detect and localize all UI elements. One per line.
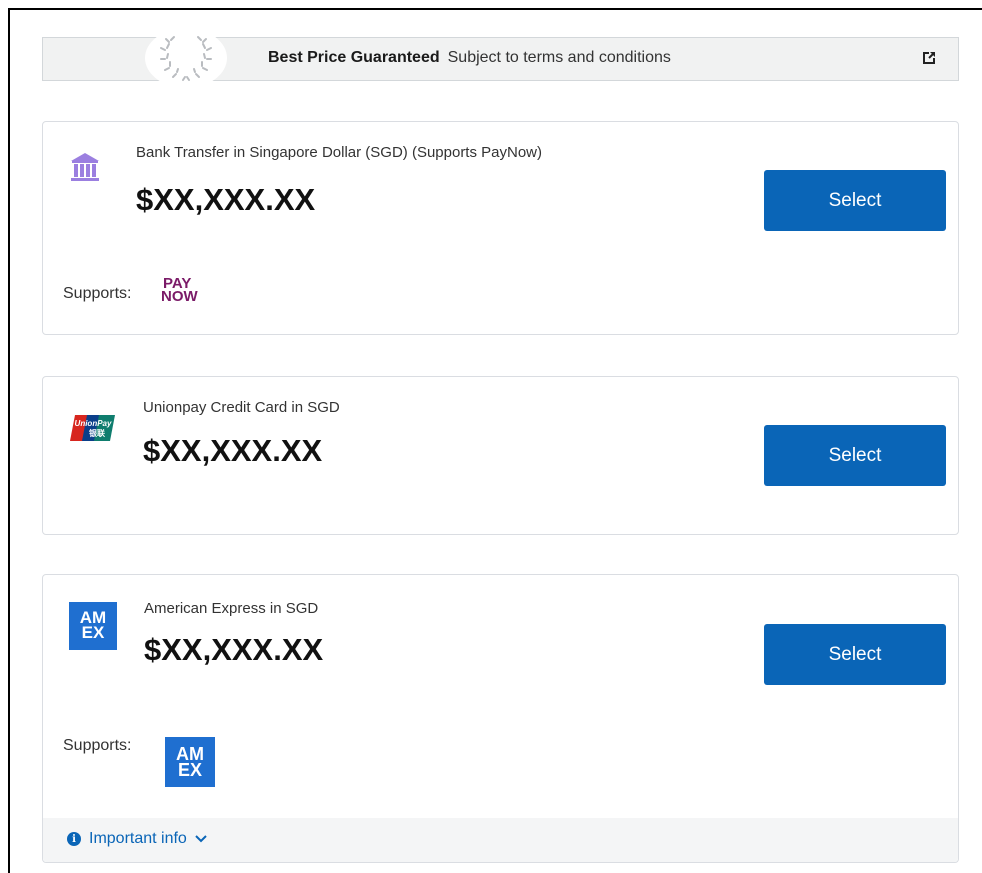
supports-label: Supports: xyxy=(63,737,132,754)
payment-option-amex: AM EX American Express in SGD $XX,XXX.XX… xyxy=(42,574,959,863)
method-price: $XX,XXX.XX xyxy=(144,632,324,667)
select-unionpay-button[interactable]: Select xyxy=(764,425,946,486)
paynow-logo-line2: NOW xyxy=(161,288,198,305)
amex-logo-line2: EX xyxy=(81,623,105,642)
amex-supports-logo-line2: EX xyxy=(177,760,202,780)
important-info-bar: i Important info xyxy=(43,818,958,862)
banner-text: Best Price Guaranteed Subject to terms an… xyxy=(268,49,671,67)
paynow-logo: PAY NOW xyxy=(161,276,211,313)
unionpay-logo: UnionPay 银联 xyxy=(69,413,117,443)
important-info-label: Important info xyxy=(89,830,187,847)
banner-title: Best Price Guaranteed xyxy=(268,49,440,66)
method-price: $XX,XXX.XX xyxy=(136,182,316,217)
amex-logo: AM EX xyxy=(69,602,117,650)
select-amex-button[interactable]: Select xyxy=(764,624,946,685)
payment-option-unionpay: UnionPay 银联 Unionpay Credit Card in SGD … xyxy=(42,376,959,535)
external-link-icon[interactable] xyxy=(921,50,937,66)
amex-supports-logo: AM EX xyxy=(165,737,215,787)
payment-option-bank-transfer: Bank Transfer in Singapore Dollar (SGD) … xyxy=(42,121,959,335)
chevron-down-icon xyxy=(195,835,207,843)
important-info-toggle[interactable]: i Important info xyxy=(67,830,207,848)
laurel-badge-icon xyxy=(145,28,227,88)
method-title: American Express in SGD xyxy=(144,600,319,617)
info-icon: i xyxy=(67,832,81,846)
supports-label: Supports: xyxy=(63,285,132,302)
unionpay-logo-text: UnionPay xyxy=(75,419,112,428)
select-bank-transfer-button[interactable]: Select xyxy=(764,170,946,231)
method-title: Unionpay Credit Card in SGD xyxy=(143,399,340,416)
bank-icon xyxy=(69,151,101,183)
banner-subtitle: Subject to terms and conditions xyxy=(447,49,671,66)
method-title: Bank Transfer in Singapore Dollar (SGD) … xyxy=(136,144,542,161)
method-price: $XX,XXX.XX xyxy=(143,433,323,468)
unionpay-logo-text-cn: 银联 xyxy=(88,428,105,438)
